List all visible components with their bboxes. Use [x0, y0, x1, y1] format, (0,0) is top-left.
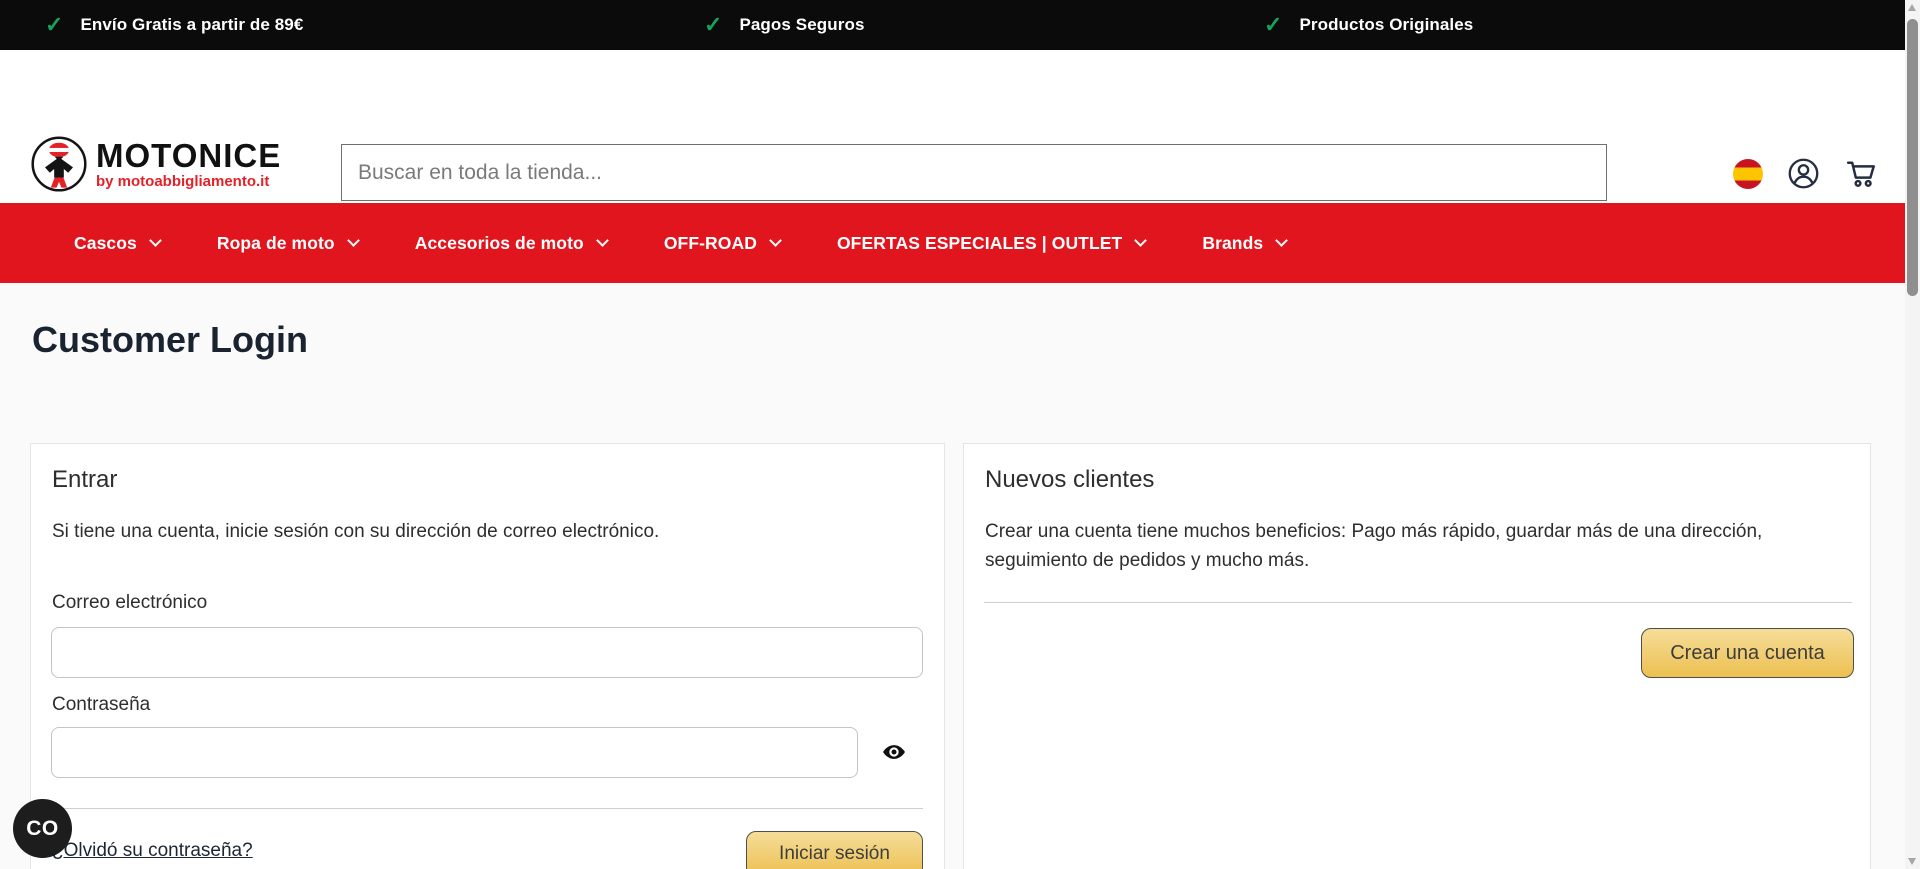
forgot-password-link[interactable]: ¿Olvidó su contraseña?: [52, 840, 253, 862]
nav-label: Ropa de moto: [216, 232, 335, 253]
chevron-down-icon: [346, 234, 360, 247]
page: ✓ Envío Gratis a partir de 89€ ✓ Pagos S…: [0, 0, 1920, 869]
header: MOTONICE by motoabbigliamento.it: [0, 50, 1905, 203]
header-icons: [1733, 157, 1877, 190]
chevron-down-icon: [769, 234, 782, 247]
logo-tagline: by motoabbigliamento.it: [96, 172, 270, 190]
divider: [51, 808, 923, 809]
nav-item-ofertas-outlet[interactable]: OFERTAS ESPECIALES | OUTLET: [836, 232, 1148, 254]
nav-item-ropa-de-moto[interactable]: Ropa de moto: [216, 232, 360, 254]
chevron-down-icon: [148, 234, 162, 247]
nav-label: OFERTAS ESPECIALES | OUTLET: [836, 232, 1123, 253]
consent-widget-button[interactable]: CO: [13, 799, 72, 858]
sign-in-button[interactable]: Iniciar sesión: [746, 831, 923, 869]
benefit-free-shipping: ✓ Envío Gratis a partir de 89€: [45, 0, 303, 50]
password-label: Contraseña: [52, 694, 151, 715]
search-input[interactable]: [341, 144, 1607, 201]
nav-item-cascos[interactable]: Cascos: [74, 232, 162, 254]
logo-name: MOTONICE: [96, 136, 282, 174]
check-icon: ✓: [45, 12, 64, 37]
check-icon: ✓: [1264, 12, 1283, 37]
create-account-button[interactable]: Crear una cuenta: [1641, 628, 1854, 678]
password-field[interactable]: [51, 727, 858, 778]
nav-label: Brands: [1202, 232, 1264, 253]
benefit-label: Productos Originales: [1299, 15, 1474, 34]
show-password-eye-icon[interactable]: [879, 739, 909, 765]
chevron-down-icon: [1275, 234, 1289, 247]
new-customers-heading: Nuevos clientes: [985, 466, 1155, 493]
nav-item-accesorios[interactable]: Accesorios de moto: [414, 232, 609, 254]
email-field[interactable]: [51, 627, 923, 678]
benefit-original-products: ✓ Productos Originales: [1264, 0, 1473, 50]
benefit-label: Pagos Seguros: [739, 15, 865, 34]
login-card: Entrar Si tiene una cuenta, inicie sesió…: [30, 443, 945, 869]
chevron-down-icon: [1134, 234, 1148, 247]
vertical-scrollbar: [1905, 0, 1920, 869]
nav-item-brands[interactable]: Brands: [1202, 232, 1289, 254]
store-logo[interactable]: MOTONICE by motoabbigliamento.it: [30, 135, 281, 193]
chevron-down-icon: [595, 234, 609, 247]
divider: [984, 602, 1852, 603]
nav-label: Accesorios de moto: [414, 232, 584, 253]
scroll-up-icon[interactable]: [1908, 4, 1916, 11]
benefit-label: Envío Gratis a partir de 89€: [80, 15, 304, 34]
scrollbar-thumb[interactable]: [1907, 19, 1918, 296]
main-nav: Cascos Ropa de moto Accesorios de moto O…: [0, 203, 1905, 283]
mascot-icon: [30, 135, 88, 193]
login-description: Si tiene una cuenta, inicie sesión con s…: [52, 521, 660, 542]
check-icon: ✓: [704, 12, 723, 37]
benefit-secure-payments: ✓ Pagos Seguros: [704, 0, 865, 50]
spain-flag-icon[interactable]: [1733, 158, 1763, 189]
cart-icon[interactable]: [1844, 157, 1877, 190]
email-label: Correo electrónico: [52, 592, 208, 613]
nav-label: OFF-ROAD: [663, 232, 757, 253]
benefits-bar: ✓ Envío Gratis a partir de 89€ ✓ Pagos S…: [0, 0, 1905, 50]
new-customers-card: Nuevos clientes Crear una cuenta tiene m…: [963, 443, 1871, 869]
scroll-down-icon[interactable]: [1908, 858, 1916, 865]
new-customers-description: Crear una cuenta tiene muchos beneficios…: [985, 521, 1763, 571]
nav-label: Cascos: [74, 232, 137, 253]
account-icon[interactable]: [1787, 157, 1820, 190]
login-heading: Entrar: [52, 466, 118, 493]
main-content: Customer Login Entrar Si tiene una cuent…: [0, 283, 1905, 869]
page-title: Customer Login: [32, 319, 308, 360]
nav-item-offroad[interactable]: OFF-ROAD: [663, 232, 782, 254]
